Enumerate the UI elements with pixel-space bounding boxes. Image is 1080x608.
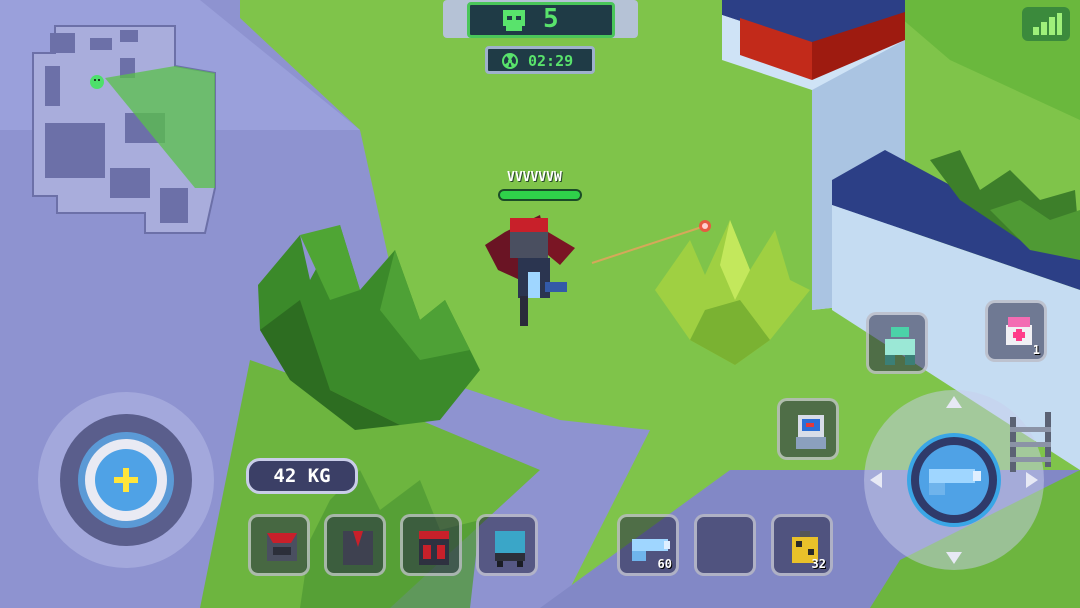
weapon-slot-empty[interactable]: [694, 514, 756, 576]
primary-ammo-count: 60: [657, 557, 672, 571]
backpack-icon: [419, 531, 449, 565]
player-name-label: VVVVVVW: [507, 170, 562, 185]
ladder-prop: [1010, 412, 1051, 472]
helmet-icon: [267, 533, 297, 561]
minimap[interactable]: [25, 18, 225, 243]
hud-timer: 02:29: [485, 46, 595, 74]
match-timer: 02:29: [528, 52, 574, 70]
grenade-count: 32: [811, 557, 826, 571]
medkit-count: 1: [1032, 343, 1040, 357]
signal-bars-icon: [1033, 13, 1062, 35]
plus-icon: [114, 468, 138, 492]
armor-slot-boots[interactable]: [476, 514, 538, 576]
player-health-bar: [498, 189, 582, 201]
gadget-slot-terminal[interactable]: [777, 398, 839, 460]
player-character: [485, 215, 575, 326]
armor-slot-helmet[interactable]: [248, 514, 310, 576]
bush-right: [655, 220, 810, 365]
armor-slot-backpack[interactable]: [400, 514, 462, 576]
heal-button[interactable]: [78, 432, 174, 528]
boots-icon: [495, 531, 525, 567]
skull-icon: [503, 10, 525, 31]
medkit-slot[interactable]: 1: [985, 300, 1047, 362]
drone-turret-icon: [885, 327, 915, 365]
fire-button[interactable]: [907, 433, 1001, 527]
weight-label: 42 KG: [273, 465, 331, 487]
vest-icon: [343, 531, 373, 565]
signal-indicator: [1022, 7, 1070, 41]
weight-indicator: 42 KG: [246, 458, 358, 494]
weapon-slot-primary[interactable]: 60: [617, 514, 679, 576]
armor-slot-vest[interactable]: [324, 514, 386, 576]
blaster-icon: [929, 469, 981, 495]
move-joystick[interactable]: [38, 392, 214, 568]
hacking-terminal-icon: [796, 415, 826, 449]
radiation-icon: [502, 53, 518, 69]
hud-top-bar: 5: [443, 0, 638, 44]
grenade-slot[interactable]: 32: [771, 514, 833, 576]
gadget-slot-drone[interactable]: [866, 312, 928, 374]
minimap-player-marker: [90, 75, 104, 89]
kill-count: 5: [543, 4, 559, 34]
